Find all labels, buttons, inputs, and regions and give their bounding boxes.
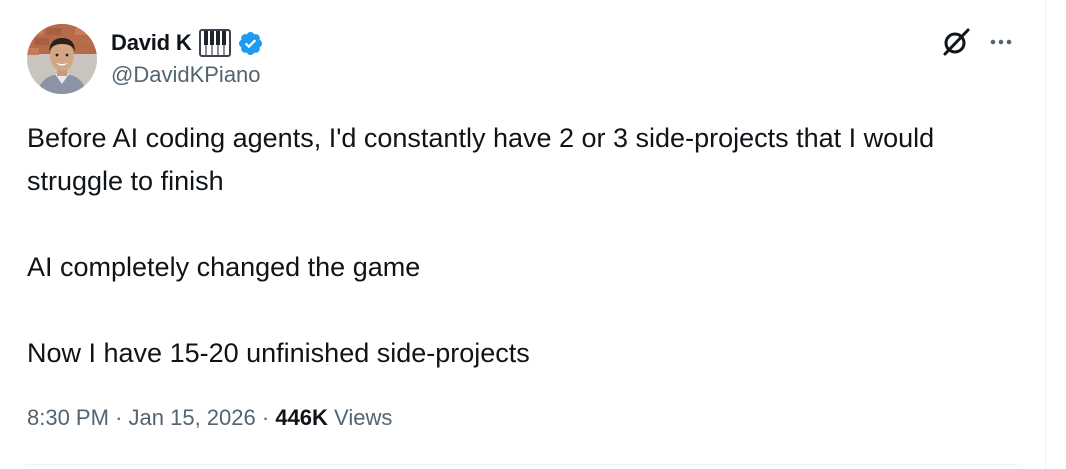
piano-keyboard-icon <box>198 29 231 57</box>
tweet-paragraph: AI completely changed the game <box>27 252 421 282</box>
display-name[interactable]: David K <box>111 30 192 56</box>
name-row: David K <box>111 26 264 60</box>
views-label: Views <box>334 405 393 430</box>
divider <box>26 464 1018 465</box>
avatar[interactable] <box>27 24 97 94</box>
tweet-header: David K @DavidKPiano <box>27 22 1017 96</box>
tweet-date[interactable]: Jan 15, 2026 <box>129 400 256 436</box>
verified-badge-icon[interactable] <box>237 30 264 57</box>
column-border <box>1045 0 1046 469</box>
tweet-time[interactable]: 8:30 PM <box>27 400 109 436</box>
tweet-meta: 8:30 PM · Jan 15, 2026 · 446K Views <box>27 400 392 436</box>
more-horizontal-icon[interactable] <box>985 26 1017 58</box>
tweet-paragraph: Before AI coding agents, I'd constantly … <box>27 123 935 196</box>
tweet-paragraph: Now I have 15-20 unfinished side-project… <box>27 338 530 368</box>
meta-separator: · <box>115 405 123 430</box>
views-count[interactable]: 446K <box>275 400 328 436</box>
user-handle[interactable]: @DavidKPiano <box>111 62 261 88</box>
grok-icon[interactable] <box>940 26 972 58</box>
meta-separator: · <box>261 405 270 430</box>
tweet-text: Before AI coding agents, I'd constantly … <box>27 117 1017 375</box>
